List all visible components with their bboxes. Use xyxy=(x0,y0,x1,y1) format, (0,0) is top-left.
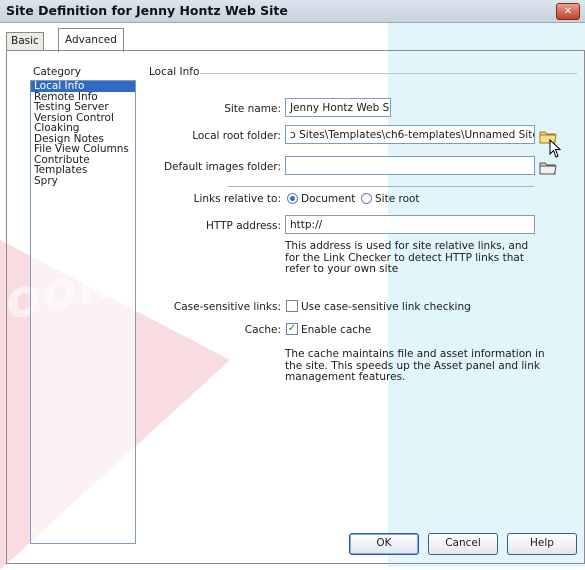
enable-cache-option[interactable]: Enable cache xyxy=(301,324,371,336)
separator-line xyxy=(228,186,534,187)
help-button[interactable]: Help xyxy=(507,533,577,555)
site-root-radio[interactable] xyxy=(361,193,372,204)
http-address-label: HTTP address: xyxy=(206,220,281,232)
site-definition-dialog: Site Definition for Jenny Hontz Web Site… xyxy=(0,0,585,567)
document-radio[interactable] xyxy=(287,193,298,204)
category-item-cloaking[interactable]: Cloaking xyxy=(31,123,135,134)
cache-hint: The cache maintains file and asset infor… xyxy=(285,348,545,383)
local-root-folder-label: Local root folder: xyxy=(192,130,281,142)
default-images-folder-label: Default images folder: xyxy=(163,161,281,173)
category-item-local-info[interactable]: Local Info xyxy=(31,81,135,92)
title-bar: Site Definition for Jenny Hontz Web Site… xyxy=(0,0,585,23)
http-address-hint: This address is used for site relative l… xyxy=(285,240,529,275)
default-images-folder-input[interactable] xyxy=(285,156,535,175)
window-title: Site Definition for Jenny Hontz Web Site xyxy=(6,3,288,18)
section-divider xyxy=(200,73,577,74)
tab-advanced[interactable]: Advanced xyxy=(58,28,124,52)
site-root-radio-label[interactable]: Site root xyxy=(375,193,420,205)
http-address-input[interactable]: http:// xyxy=(285,215,535,234)
site-name-label: Site name: xyxy=(224,103,281,115)
local-root-folder-input[interactable]: ɔ Sites\Templates\ch6-templates\Unnamed … xyxy=(285,125,535,144)
case-sensitive-label: Case-sensitive links: xyxy=(173,301,281,313)
category-heading: Category xyxy=(33,66,81,78)
cache-label: Cache: xyxy=(244,324,281,336)
category-item-spry[interactable]: Spry xyxy=(31,175,135,187)
case-sensitive-option[interactable]: Use case-sensitive link checking xyxy=(301,301,471,313)
case-sensitive-checkbox[interactable] xyxy=(286,300,298,312)
category-item-templates[interactable]: Templates xyxy=(31,165,135,176)
category-list[interactable]: Local Info Remote Info Testing Server Ve… xyxy=(30,80,136,544)
document-radio-label[interactable]: Document xyxy=(301,193,355,205)
cancel-button[interactable]: Cancel xyxy=(428,533,498,555)
category-item-file-view-columns[interactable]: File View Columns xyxy=(31,144,135,155)
links-relative-label: Links relative to: xyxy=(193,193,281,205)
folder-icon-images[interactable] xyxy=(539,160,557,176)
mouse-pointer-icon xyxy=(549,139,562,158)
site-name-input[interactable]: Jenny Hontz Web Sit xyxy=(285,98,391,117)
ok-button[interactable]: OK xyxy=(349,533,419,555)
close-button[interactable]: ✕ xyxy=(556,3,580,20)
tab-basic[interactable]: Basic xyxy=(6,32,44,51)
category-item-testing-server[interactable]: Testing Server xyxy=(31,102,135,113)
section-title: Local Info xyxy=(149,66,200,78)
enable-cache-checkbox[interactable]: ✓ xyxy=(286,323,298,335)
